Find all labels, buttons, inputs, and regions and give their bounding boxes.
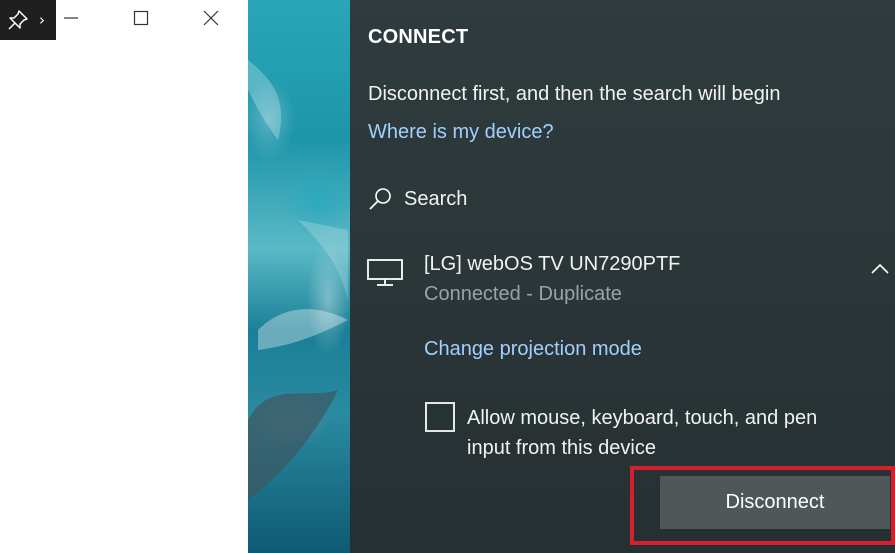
app-window: › xyxy=(0,0,248,553)
device-name: [LG] webOS TV UN7290PTF xyxy=(424,253,681,275)
device-item[interactable]: [LG] webOS TV UN7290PTF Connected - Dupl… xyxy=(364,250,895,320)
change-projection-mode-link[interactable]: Change projection mode xyxy=(424,338,642,361)
where-is-my-device-link[interactable]: Where is my device? xyxy=(368,121,554,144)
panel-title: CONNECT xyxy=(368,26,469,48)
pin-toolbar[interactable]: › xyxy=(0,0,56,40)
allow-input-label: Allow mouse, keyboard, touch, and pen in… xyxy=(467,403,817,463)
search-button[interactable]: Search xyxy=(368,184,467,214)
maximize-icon xyxy=(133,10,149,26)
minimize-icon xyxy=(64,17,78,19)
maximize-button[interactable] xyxy=(127,6,155,30)
close-button[interactable] xyxy=(197,6,225,30)
connect-panel: CONNECT Disconnect first, and then the s… xyxy=(350,0,895,553)
info-text: Disconnect first, and then the search wi… xyxy=(368,83,781,105)
device-status: Connected - Duplicate xyxy=(424,283,622,305)
close-icon xyxy=(203,10,219,26)
minimize-button[interactable] xyxy=(57,6,85,30)
pin-icon[interactable] xyxy=(7,9,29,31)
wallpaper-art xyxy=(248,60,348,500)
search-label: Search xyxy=(404,187,468,210)
chevron-up-icon[interactable] xyxy=(869,258,891,280)
chevron-right-icon[interactable]: › xyxy=(39,12,45,28)
desktop-wallpaper xyxy=(248,0,350,553)
allow-input-checkbox[interactable] xyxy=(425,402,455,432)
allow-input-line2: input from this device xyxy=(467,437,656,459)
disconnect-button[interactable]: Disconnect xyxy=(660,476,890,529)
allow-input-line1: Allow mouse, keyboard, touch, and pen xyxy=(467,407,818,429)
search-icon xyxy=(369,188,391,210)
monitor-icon xyxy=(367,259,403,286)
